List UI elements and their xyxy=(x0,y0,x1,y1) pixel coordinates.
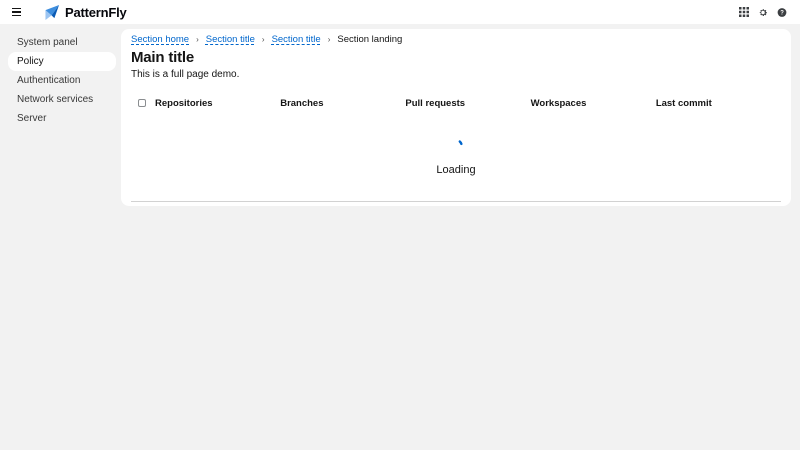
loading-label: Loading xyxy=(436,164,475,177)
brand-wordmark: PatternFly xyxy=(65,5,127,20)
breadcrumb-link-section-title-2[interactable]: Section title xyxy=(272,36,321,44)
select-all-cell xyxy=(131,99,155,107)
nav-toggle-hamburger-icon[interactable] xyxy=(12,5,26,19)
select-all-checkbox[interactable] xyxy=(138,99,146,107)
settings-gear-icon[interactable] xyxy=(758,6,768,18)
page-subtitle: This is a full page demo. xyxy=(131,70,781,80)
column-header-workspaces[interactable]: Workspaces xyxy=(531,98,656,109)
sidebar: System panel Policy Authentication Netwo… xyxy=(0,24,121,450)
breadcrumb-separator-icon: › xyxy=(196,36,199,44)
column-header-pull-requests[interactable]: Pull requests xyxy=(405,98,530,109)
brand[interactable]: PatternFly xyxy=(45,4,127,21)
sidebar-item-policy[interactable]: Policy xyxy=(8,52,116,71)
masthead: PatternFly ? xyxy=(0,0,800,24)
sidebar-item-network-services[interactable]: Network services xyxy=(8,90,116,109)
app-launcher-grid-icon[interactable] xyxy=(739,6,749,18)
sidebar-item-server[interactable]: Server xyxy=(8,109,116,128)
breadcrumb-link-section-home[interactable]: Section home xyxy=(131,36,189,44)
column-header-last-commit[interactable]: Last commit xyxy=(656,98,781,109)
column-header-branches[interactable]: Branches xyxy=(280,98,405,109)
breadcrumb-current-item: Section landing xyxy=(337,36,402,44)
breadcrumb: Section home › Section title › Section t… xyxy=(131,36,781,44)
column-header-repositories[interactable]: Repositories xyxy=(155,98,280,109)
breadcrumb-separator-icon: › xyxy=(328,36,331,44)
content-card: Section home › Section title › Section t… xyxy=(121,29,791,206)
loading-empty-state: Loading xyxy=(131,112,781,202)
loading-spinner-icon xyxy=(450,139,463,152)
svg-text:?: ? xyxy=(780,10,784,16)
table-header-row: Repositories Branches Pull requests Work… xyxy=(131,94,781,112)
page-title: Main title xyxy=(131,49,781,66)
help-question-icon[interactable]: ? xyxy=(777,6,787,18)
sidebar-item-authentication[interactable]: Authentication xyxy=(8,71,116,90)
sidebar-item-system-panel[interactable]: System panel xyxy=(8,33,116,52)
breadcrumb-separator-icon: › xyxy=(262,36,265,44)
breadcrumb-link-section-title-1[interactable]: Section title xyxy=(206,36,255,44)
masthead-actions: ? xyxy=(739,6,787,18)
patternfly-logo-icon xyxy=(45,4,60,21)
